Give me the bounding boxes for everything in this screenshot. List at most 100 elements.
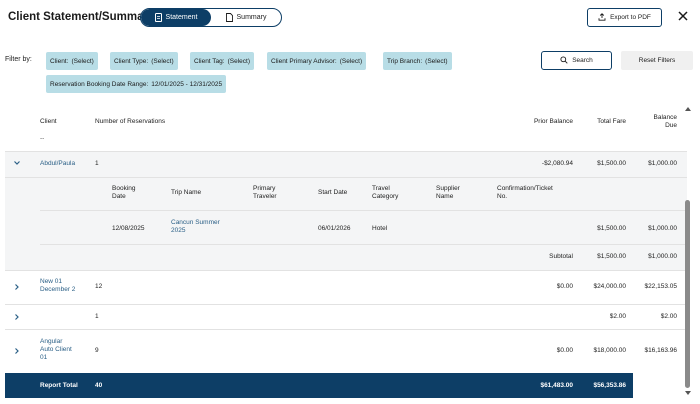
total-fare: $18,000.00 xyxy=(593,347,626,354)
reset-filters-button[interactable]: Reset Filters xyxy=(621,51,693,70)
statement-toggle-label: Statement xyxy=(165,14,198,21)
header-line: Booking xyxy=(112,185,136,192)
sort-indicator: -- xyxy=(40,135,45,142)
detail-balance-due: $1,000.00 xyxy=(648,225,677,232)
total-fare: $24,000.00 xyxy=(593,283,626,290)
chevron-down-icon[interactable] xyxy=(13,159,21,167)
subtotal-balance-due: $1,000.00 xyxy=(648,253,677,260)
detail-header-primary-traveler: Primary Traveler xyxy=(253,185,277,201)
close-button[interactable] xyxy=(674,8,692,26)
document-icon xyxy=(225,13,233,22)
client-type-filter-chip[interactable]: Client Type: (Select) xyxy=(110,52,178,70)
chip-value: (Select) xyxy=(227,57,250,65)
export-pdf-label: Export to PDF xyxy=(610,14,651,21)
reservation-count: 1 xyxy=(95,313,99,320)
balance-due: $1,000.00 xyxy=(648,160,677,167)
report-total-label: Report Total xyxy=(40,382,78,389)
scrollbar-thumb[interactable] xyxy=(685,200,690,388)
header-line: Category xyxy=(372,193,399,200)
chevron-right-icon[interactable] xyxy=(13,313,21,321)
divider xyxy=(5,270,687,271)
trip-branch-filter-chip[interactable]: Trip Branch: (Select) xyxy=(383,52,452,70)
summary-toggle-label: Summary xyxy=(236,14,267,21)
balance-due-line1: Balance xyxy=(653,114,678,121)
chip-value: (Select) xyxy=(151,57,174,65)
detail-header-booking-date: Booking Date xyxy=(112,185,136,201)
search-icon xyxy=(560,55,568,66)
header-line: Travel xyxy=(372,185,390,192)
client-tag-filter-chip[interactable]: Client Tag: (Select) xyxy=(190,52,254,70)
prior-balance: $0.00 xyxy=(556,283,573,290)
divider xyxy=(40,210,687,211)
search-label: Search xyxy=(572,57,593,64)
summary-toggle-button[interactable]: Summary xyxy=(211,9,281,26)
reservation-count: 12 xyxy=(95,283,103,290)
chip-key: Client Type: xyxy=(114,57,149,65)
chip-value: (Select) xyxy=(339,57,363,65)
detail-header-travel-category: Travel Category xyxy=(372,185,398,201)
header-line: Traveler xyxy=(253,193,277,200)
column-header-balance-due[interactable]: Balance Due xyxy=(640,114,678,130)
client-name[interactable]: Abdul/Paula xyxy=(40,160,75,168)
divider xyxy=(5,329,687,330)
prior-balance: $0.00 xyxy=(556,347,573,354)
column-header-prior-balance[interactable]: Prior Balance xyxy=(505,118,573,126)
detail-header-supplier-name: Supplier Name xyxy=(436,185,460,201)
search-button[interactable]: Search xyxy=(541,51,612,70)
balance-due: $2.00 xyxy=(660,313,677,320)
total-fare: $1,500.00 xyxy=(597,160,626,167)
reservation-count: 1 xyxy=(95,160,99,167)
scroll-down-arrow-icon[interactable] xyxy=(684,390,692,396)
scroll-up-arrow-icon[interactable] xyxy=(684,106,692,112)
divider xyxy=(5,304,687,305)
client-name-line: 01 xyxy=(40,354,48,361)
chip-key: Reservation Booking Date Range: xyxy=(50,80,149,88)
subtotal-total-fare: $1,500.00 xyxy=(597,253,626,260)
chip-value: (Select) xyxy=(425,57,448,65)
report-total-prior-balance: $61,483.00 xyxy=(540,382,573,389)
total-fare: $2.00 xyxy=(609,313,626,320)
column-header-reservations[interactable]: Number of Reservations xyxy=(95,118,165,126)
column-header-total-fare[interactable]: Total Fare xyxy=(580,118,626,126)
balance-due: $22,153.05 xyxy=(644,283,677,290)
start-date: 06/01/2026 xyxy=(318,225,351,232)
report-total-row: Report Total 40 $61,483.00 $56,353.86 xyxy=(5,373,633,398)
report-total-fare: $56,353.86 xyxy=(593,382,626,389)
chip-value: (Select) xyxy=(71,57,94,65)
header-line: No. xyxy=(497,193,508,200)
primary-advisor-filter-chip[interactable]: Client Primary Advisor: (Select) xyxy=(267,52,367,70)
booking-date: 12/08/2025 xyxy=(112,225,145,232)
detail-header-trip-name: Trip Name xyxy=(171,189,202,196)
date-range-filter-chip[interactable]: Reservation Booking Date Range: 12/01/20… xyxy=(46,75,227,93)
header-line: Confirmation/Ticket xyxy=(497,185,553,192)
chevron-right-icon[interactable] xyxy=(13,347,21,355)
statement-toggle-button[interactable]: Statement xyxy=(141,9,211,26)
detail-header-confirmation: Confirmation/Ticket No. xyxy=(497,185,553,201)
client-name[interactable]: Angular Auto Client 01 xyxy=(40,338,72,362)
header-line: Primary xyxy=(253,185,276,192)
header-line: Name xyxy=(436,193,454,200)
detail-total-fare: $1,500.00 xyxy=(597,225,626,232)
prior-balance: -$2,080.94 xyxy=(541,160,573,167)
client-name-line: Angular xyxy=(40,338,63,345)
chip-key: Client Primary Advisor: xyxy=(271,57,337,65)
client-name[interactable]: New 01 December 2 xyxy=(40,278,75,294)
chevron-right-icon[interactable] xyxy=(13,283,21,291)
page-title: Client Statement/Summary xyxy=(8,11,155,23)
detail-header-start-date: Start Date xyxy=(318,189,348,196)
trip-name-link[interactable]: Cancun Summer 2025 xyxy=(171,219,220,235)
client-filter-chip[interactable]: Client: (Select) xyxy=(46,52,98,70)
reservation-count: 9 xyxy=(95,347,99,354)
travel-category: Hotel xyxy=(372,225,388,232)
divider xyxy=(40,244,687,245)
export-pdf-button[interactable]: Export to PDF xyxy=(587,8,662,27)
client-name-line: Auto Client xyxy=(40,346,72,353)
document-icon xyxy=(154,13,162,22)
report-total-reservations: 40 xyxy=(95,382,103,389)
view-toggle: Statement Summary xyxy=(140,8,282,27)
trip-name-line: 2025 xyxy=(171,227,186,234)
title-bar: Client Statement/Summary Statement Summa… xyxy=(0,0,700,36)
balance-due: $16,163.96 xyxy=(644,347,677,354)
column-header-client[interactable]: Client xyxy=(40,118,57,126)
header-line: Date xyxy=(112,193,126,200)
